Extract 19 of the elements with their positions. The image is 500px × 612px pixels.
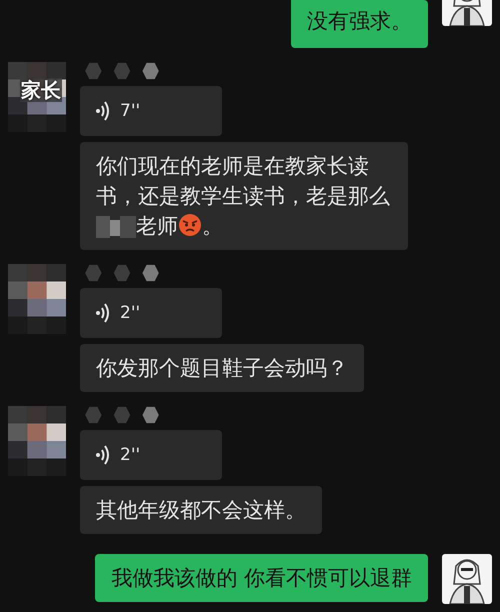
voice-message[interactable]: 7'' [80, 86, 222, 136]
voice-icon [96, 445, 110, 465]
avatar-drawing [442, 554, 492, 604]
message-bubble: 其他年级都不会这样。 [80, 486, 322, 534]
voice-message[interactable]: 2'' [80, 430, 222, 480]
message-bubble: 我做我该做的 你看不惯可以退群 [95, 554, 428, 602]
avatar-label: 家长 [20, 78, 62, 102]
message-bubble: 你发那个题目鞋子会动吗？ [80, 344, 364, 392]
voice-message[interactable]: 2'' [80, 288, 222, 338]
avatar-drawing [442, 0, 492, 26]
voice-duration: 2'' [120, 303, 140, 323]
voice-icon [96, 303, 110, 323]
message-bubble: 你们现在的老师是在教家长读书，还是教学生读书，老是那么 老师 。 [80, 142, 408, 250]
voice-duration: 2'' [120, 445, 140, 465]
voice-icon [96, 101, 110, 121]
redaction-mosaic-drawing [96, 216, 136, 238]
angry-face-icon [178, 213, 202, 237]
voice-duration: 7'' [120, 101, 140, 121]
message-bubble: 没有强求。 [291, 0, 428, 48]
